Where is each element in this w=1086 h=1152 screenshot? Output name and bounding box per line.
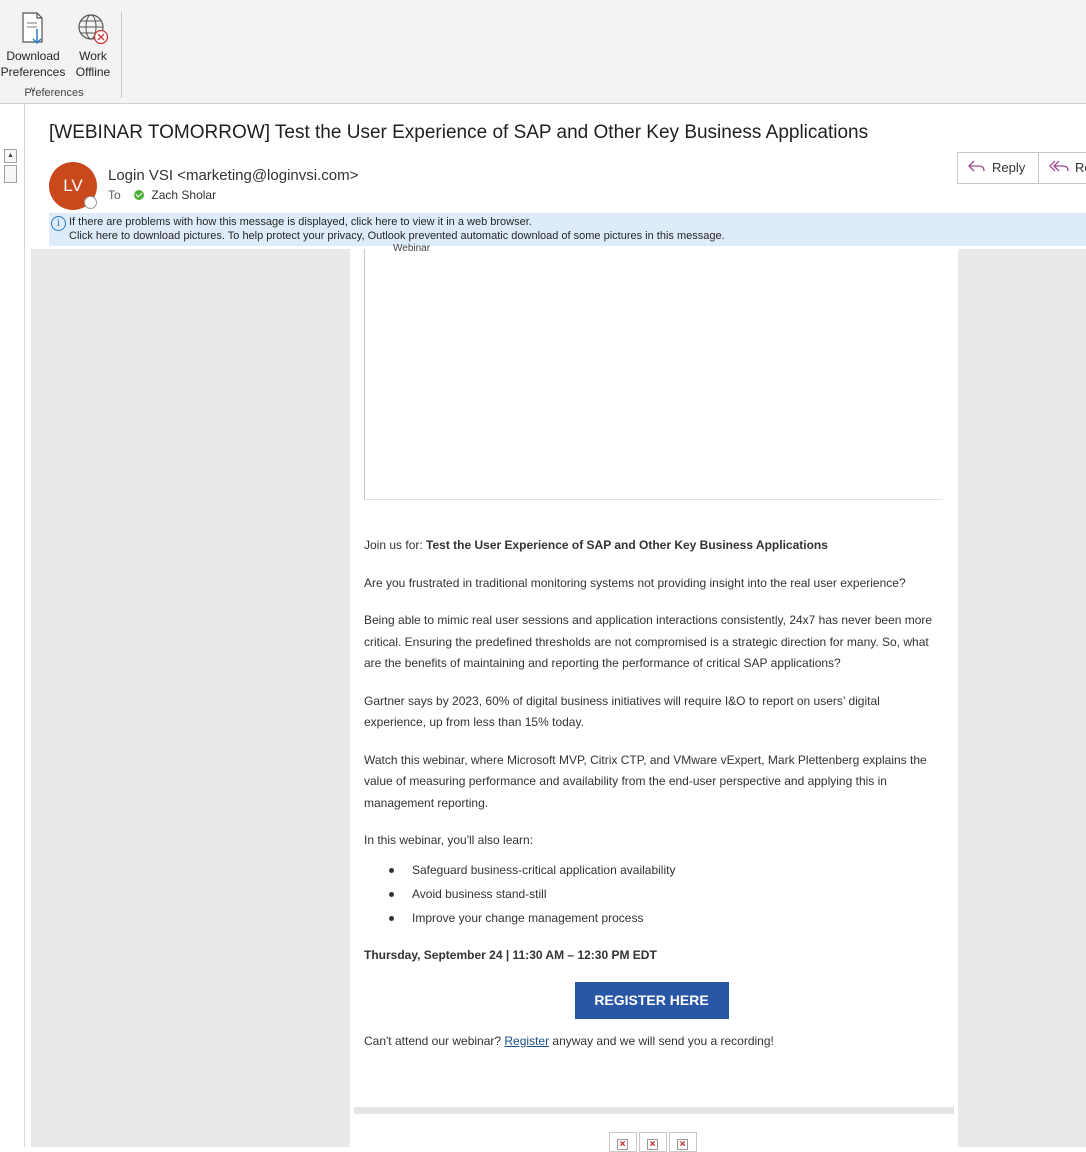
reply-icon bbox=[968, 154, 986, 183]
cta-line: Can't attend our webinar? Register anywa… bbox=[364, 1031, 939, 1053]
recipient-row: To Zach Sholar bbox=[108, 188, 216, 202]
message-subject: [WEBINAR TOMORROW] Test the User Experie… bbox=[49, 122, 869, 143]
left-scroll-strip: ▲ bbox=[0, 104, 25, 1147]
join-prefix: Join us for: bbox=[364, 538, 427, 552]
list-item: Avoid business stand-still bbox=[389, 882, 939, 906]
to-label: To bbox=[108, 188, 121, 202]
info-icon: i bbox=[51, 216, 66, 231]
cta-suffix: anyway and we will send you a recording! bbox=[549, 1034, 774, 1048]
download-document-icon bbox=[15, 10, 51, 46]
ribbon-separator bbox=[121, 12, 122, 98]
reply-all-label: Re bbox=[1075, 160, 1086, 175]
broken-image-icon: × bbox=[639, 1132, 667, 1152]
download-label-2: Preferences bbox=[0, 65, 66, 79]
event-date-text: Thursday, September 24 | 11:30 AM – 12:3… bbox=[364, 947, 657, 962]
webinar-image-placeholder: Webinar bbox=[364, 243, 943, 500]
event-date: Thursday, September 24 | 11:30 AM – 12:3… bbox=[364, 945, 939, 967]
reply-all-icon bbox=[1049, 154, 1069, 183]
info-bar[interactable]: i If there are problems with how this me… bbox=[49, 213, 1086, 246]
paragraph: Being able to mimic real user sessions a… bbox=[364, 613, 933, 670]
ribbon: Download Preferences ˅ Work Offline Pref… bbox=[0, 0, 1086, 104]
available-status-icon bbox=[134, 190, 145, 200]
paragraph: Watch this webinar, where Microsoft MVP,… bbox=[364, 752, 927, 810]
learn-list: Safeguard business-critical application … bbox=[364, 858, 939, 930]
image-alt-text: Webinar bbox=[393, 243, 431, 254]
offline-label-1: Work bbox=[79, 49, 107, 63]
globe-offline-icon bbox=[75, 10, 111, 46]
paragraph: Gartner says by 2023, 60% of digital bus… bbox=[364, 693, 880, 730]
offline-label-2: Offline bbox=[75, 65, 111, 79]
broken-image-icon: × bbox=[669, 1132, 697, 1152]
sender[interactable]: Login VSI <marketing@loginvsi.com> bbox=[108, 167, 358, 184]
cta-prefix: Can't attend our webinar? bbox=[364, 1034, 505, 1048]
reply-all-button[interactable]: Re bbox=[1038, 152, 1086, 184]
work-offline-button[interactable]: Work Offline bbox=[70, 10, 116, 80]
download-label-1: Download bbox=[6, 49, 60, 63]
broken-image-icon: × bbox=[609, 1132, 637, 1152]
email-text: Join us for: Test the User Experience of… bbox=[364, 535, 939, 1069]
join-line: Join us for: Test the User Experience of… bbox=[364, 535, 939, 557]
email-content: Webinar Join us for: Test the User Exper… bbox=[350, 243, 958, 1152]
list-item: Safeguard business-critical application … bbox=[389, 858, 939, 882]
scroll-thumb[interactable] bbox=[4, 165, 17, 183]
register-link[interactable]: Register bbox=[504, 1034, 549, 1048]
register-here-button[interactable]: REGISTER HERE bbox=[574, 982, 729, 1019]
scroll-up-icon[interactable]: ▲ bbox=[4, 149, 17, 163]
webinar-title: Test the User Experience of SAP and Othe… bbox=[426, 538, 828, 552]
paragraph: Are you frustrated in traditional monito… bbox=[364, 575, 906, 590]
download-pictures-link[interactable]: Click here to download pictures. To help… bbox=[69, 229, 725, 243]
footer-divider bbox=[354, 1107, 954, 1114]
list-item: Improve your change management process bbox=[389, 906, 939, 930]
view-in-browser-link[interactable]: If there are problems with how this mess… bbox=[69, 215, 532, 229]
presence-status-icon bbox=[84, 196, 97, 209]
download-preferences-button[interactable]: Download Preferences ˅ bbox=[0, 10, 66, 98]
ribbon-group-label: Preferences bbox=[24, 87, 84, 99]
recipient-name[interactable]: Zach Sholar bbox=[151, 188, 216, 202]
register-button-row: REGISTER HERE bbox=[364, 982, 939, 1019]
reply-label: Reply bbox=[992, 160, 1026, 175]
paragraph: In this webinar, you'll also learn: bbox=[364, 833, 534, 847]
reply-button[interactable]: Reply bbox=[957, 152, 1039, 184]
